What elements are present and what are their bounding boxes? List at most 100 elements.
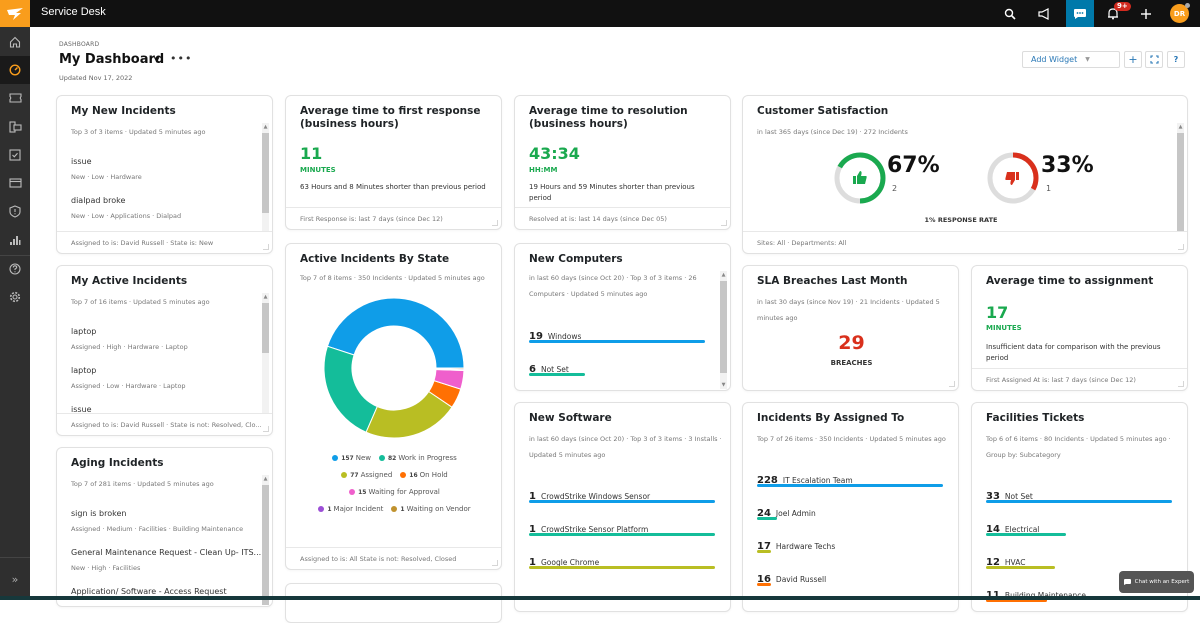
bar-list-item[interactable]: 228 IT Escalation Team	[757, 468, 943, 487]
scroll-thumb[interactable]	[262, 303, 269, 353]
resize-handle-icon[interactable]	[263, 426, 269, 432]
metric-unit: HH:MM	[529, 166, 558, 174]
incident-title[interactable]: issue	[71, 157, 92, 166]
add-widget-button[interactable]: Add Widget ▼	[1022, 51, 1120, 68]
bar-list-item[interactable]: 19 Windows	[529, 324, 705, 343]
incident-title[interactable]: dialpad broke	[71, 196, 125, 205]
bar-list-item[interactable]: 1 CrowdStrike Windows Sensor	[529, 484, 715, 503]
scroll-up-icon[interactable]: ▲	[720, 272, 727, 278]
chat-bubble-icon	[1074, 8, 1086, 19]
my-active-incidents-card: My Active Incidents Top 7 of 16 items · …	[56, 265, 273, 436]
bar-label: David Russell	[775, 575, 827, 584]
incident-title[interactable]: sign is broken	[71, 509, 126, 518]
bar-list-item[interactable]: 16 David Russell	[757, 567, 943, 586]
dashboard-dropdown-caret[interactable]: ▼	[154, 56, 159, 64]
chat-button[interactable]	[1066, 0, 1094, 27]
sidebar-item-help[interactable]	[0, 255, 30, 283]
bar-list-item[interactable]: 1 CrowdStrike Sensor Platform	[529, 517, 715, 536]
incident-title[interactable]: laptop	[71, 327, 96, 336]
bar-fill	[986, 500, 1172, 503]
donut-slice-work-in-progress[interactable]	[323, 345, 378, 433]
legend-label: On Hold	[419, 471, 448, 479]
legend-item[interactable]: 1 Waiting on Vendor	[391, 505, 471, 513]
scrollbar[interactable]: ▲	[1177, 123, 1184, 231]
sidebar-item-billing[interactable]	[0, 169, 30, 197]
scroll-up-icon[interactable]: ▲	[262, 294, 269, 300]
scroll-thumb[interactable]	[1177, 133, 1184, 231]
metric-description: 63 Hours and 8 Minutes shorter than prev…	[300, 183, 486, 191]
card-subtitle: Top 7 of 26 items · 350 Incidents · Upda…	[757, 435, 946, 443]
legend-value: 16	[409, 472, 418, 479]
breadcrumb[interactable]: DASHBOARD	[59, 41, 99, 48]
sidebar-item-reports[interactable]	[0, 226, 30, 254]
help-icon	[9, 263, 21, 275]
resize-handle-icon[interactable]	[721, 220, 727, 226]
fullscreen-icon	[1149, 55, 1159, 64]
sidebar-item-tickets[interactable]	[0, 84, 30, 112]
add-widget-label: Add Widget	[1031, 55, 1078, 64]
bar-list-item[interactable]: 17 Hardware Techs	[757, 534, 943, 553]
card-subtitle: Top 3 of 3 items · Updated 5 minutes ago	[71, 128, 206, 136]
resize-handle-icon[interactable]	[492, 560, 498, 566]
scrollbar[interactable]: ▲	[262, 293, 269, 413]
fullscreen-button[interactable]	[1145, 51, 1163, 68]
resize-handle-icon[interactable]	[1178, 244, 1184, 250]
sidebar-item-home[interactable]	[0, 28, 30, 56]
bar-list-item[interactable]: 24 Joel Admin	[757, 501, 943, 520]
bar-list-item[interactable]: 12 HVAC	[986, 550, 1172, 569]
scroll-up-icon[interactable]: ▲	[262, 476, 269, 482]
chevron-down-icon: ▼	[1085, 56, 1090, 63]
bar-list-item[interactable]: 14 Electrical	[986, 517, 1172, 536]
scroll-down-icon[interactable]: ▼	[720, 382, 727, 388]
help-button[interactable]: ?	[1167, 51, 1185, 68]
expand-sidebar-button[interactable]: »	[0, 565, 30, 593]
legend-item[interactable]: 1 Major Incident	[318, 505, 383, 513]
shield-icon	[9, 204, 21, 218]
scroll-up-icon[interactable]: ▲	[1177, 124, 1184, 130]
legend-label: Waiting on Vendor	[406, 505, 471, 513]
scroll-thumb[interactable]	[262, 133, 269, 213]
sidebar-item-settings[interactable]	[0, 283, 30, 311]
scrollbar[interactable]: ▲ ▼	[720, 271, 727, 389]
announcements-button[interactable]	[1030, 0, 1058, 27]
sidebar-item-tasks[interactable]	[0, 141, 30, 169]
sidebar-item-assets[interactable]	[0, 113, 30, 141]
scrollbar[interactable]: ▲	[262, 475, 269, 605]
legend-item[interactable]: 77 Assigned	[341, 471, 392, 479]
resize-handle-icon[interactable]	[492, 220, 498, 226]
presence-indicator	[1185, 3, 1190, 8]
bar-list-item[interactable]: 1 Google Chrome	[529, 550, 715, 569]
updated-date: Updated Nov 17, 2022	[59, 74, 133, 82]
search-button[interactable]	[996, 0, 1024, 27]
legend-item[interactable]: 82 Work in Progress	[379, 454, 457, 462]
sidebar-item-dashboard[interactable]	[0, 56, 30, 84]
bar-fill	[529, 340, 705, 343]
resize-handle-icon[interactable]	[1178, 381, 1184, 387]
bar-list-item[interactable]: 33 Not Set	[986, 484, 1172, 503]
solarwinds-logo[interactable]	[0, 0, 30, 27]
scrollbar[interactable]: ▲	[262, 123, 269, 231]
donut-slice-waiting-on-vendor[interactable]	[435, 367, 465, 370]
legend-item[interactable]: 16 On Hold	[400, 471, 448, 479]
chat-with-expert-button[interactable]: Chat with an Expert	[1119, 571, 1194, 593]
notifications-button[interactable]: 9+	[1099, 0, 1131, 27]
legend-item[interactable]: 157 New	[332, 454, 371, 462]
create-button[interactable]	[1132, 0, 1160, 27]
scroll-thumb[interactable]	[262, 485, 269, 605]
bar-list-item[interactable]: 6 Not Set	[529, 357, 705, 376]
legend-item[interactable]: 15 Waiting for Approval	[349, 488, 440, 496]
add-button[interactable]: +	[1124, 51, 1142, 68]
resize-handle-icon[interactable]	[949, 381, 955, 387]
incident-title[interactable]: Application/ Software - Access Request	[71, 587, 227, 596]
sidebar-item-security[interactable]	[0, 197, 30, 225]
incident-title[interactable]: General Maintenance Request - Clean Up- …	[71, 548, 261, 557]
scroll-up-icon[interactable]: ▲	[262, 124, 269, 130]
legend-row: 15 Waiting for Approval	[286, 488, 501, 496]
more-options-button[interactable]: •••	[170, 52, 192, 65]
card-subtitle: Top 7 of 8 items · 350 Incidents · Updat…	[300, 274, 485, 282]
resize-handle-icon[interactable]	[263, 244, 269, 250]
incident-title[interactable]: laptop	[71, 366, 96, 375]
breach-count: 29	[838, 332, 865, 354]
metric-description: Insufficient data for comparison with th…	[986, 343, 1161, 362]
scroll-thumb[interactable]	[720, 281, 727, 373]
